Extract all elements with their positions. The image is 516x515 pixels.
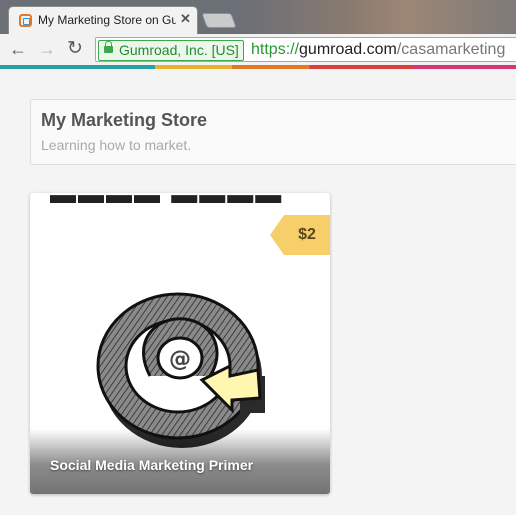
browser-toolbar: ← → ↻ Gumroad, Inc. [US] https://gumroad… [0, 34, 516, 65]
title-overlay: Social Media Marketing Primer [30, 429, 330, 494]
product-card[interactable]: ▬▬▬▬ ▬▬▬▬ @ $2 Social Media Marketing Pr… [30, 193, 330, 494]
url-path: /casamarketing [396, 41, 506, 58]
svg-text:@: @ [169, 347, 191, 372]
at-sign-arrow-illustration-icon: @ [96, 292, 265, 448]
gumroad-favicon-icon [19, 14, 32, 27]
ev-certificate-label: Gumroad, Inc. [US] [119, 42, 239, 58]
price-label: $2 [298, 226, 316, 243]
tab-strip: My Marketing Store on Gu ✕ [0, 0, 516, 34]
url-text[interactable]: https://gumroad.com/casamarketing [251, 40, 505, 59]
back-arrow-icon[interactable]: ← [8, 39, 28, 59]
new-tab-button[interactable] [201, 13, 237, 28]
store-name: My Marketing Store [41, 110, 208, 130]
cutoff-image-text: ▬▬▬▬ ▬▬▬▬ [50, 193, 284, 209]
store-header: My Marketing Store Learning how to marke… [30, 99, 516, 165]
ev-certificate-badge[interactable]: Gumroad, Inc. [US] [98, 40, 244, 61]
product-title[interactable]: Social Media Marketing Primer [50, 457, 253, 473]
tab-title: My Marketing Store on Gu [38, 13, 176, 27]
window-frame-background [240, 0, 516, 34]
gumroad-color-stripe [0, 65, 516, 69]
lock-icon [104, 41, 113, 53]
store-description: Learning how to market. [41, 137, 192, 153]
url-host: gumroad.com [299, 41, 397, 58]
forward-arrow-icon[interactable]: → [37, 39, 57, 59]
tab-my-marketing-store[interactable]: My Marketing Store on Gu ✕ [8, 6, 198, 34]
address-bar[interactable]: Gumroad, Inc. [US] https://gumroad.com/c… [95, 37, 516, 62]
url-scheme: https:// [251, 41, 300, 58]
close-icon[interactable]: ✕ [180, 11, 191, 27]
reload-icon[interactable]: ↻ [65, 39, 85, 59]
price-tag: $2 [270, 215, 330, 255]
